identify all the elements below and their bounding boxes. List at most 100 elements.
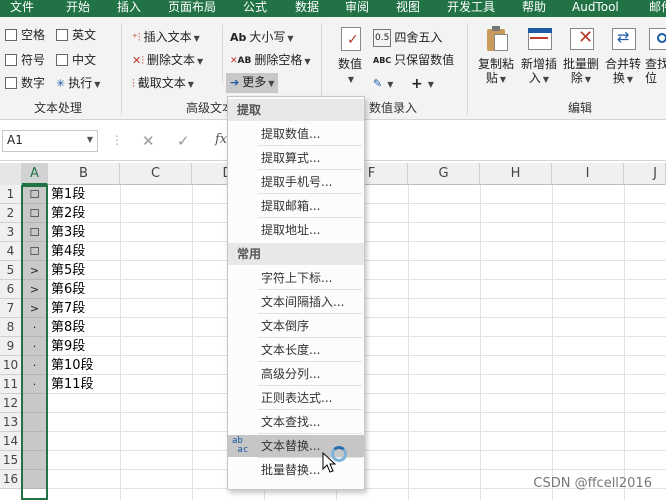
cell-b[interactable] xyxy=(48,470,51,489)
keep-value-button[interactable]: ABC 只保留数值 xyxy=(373,52,454,69)
column-header-g[interactable]: G xyxy=(408,163,480,185)
row-header[interactable]: 12 xyxy=(0,394,22,413)
checkbox-symbol[interactable]: 符号 xyxy=(5,52,45,68)
menu-item[interactable]: 正则表达式... xyxy=(228,387,364,409)
menu-item[interactable]: 批量替换... xyxy=(228,459,364,481)
cell-b[interactable] xyxy=(48,451,51,470)
row-header[interactable]: 16 xyxy=(0,470,22,489)
tab-page-layout[interactable]: 页面布局 xyxy=(168,0,216,17)
column-header-h[interactable]: H xyxy=(480,163,552,185)
column-header-j[interactable]: J xyxy=(624,163,666,185)
checkbox-space[interactable]: 空格 xyxy=(5,27,45,43)
menu-item[interactable]: 字符上下标... xyxy=(228,267,364,289)
cell-a[interactable] xyxy=(22,413,47,432)
cell-a[interactable]: > xyxy=(22,299,47,318)
tab-review[interactable]: 审阅 xyxy=(345,0,369,17)
row-header[interactable]: 15 xyxy=(0,451,22,470)
cell-b[interactable]: 第10段 xyxy=(48,356,94,375)
row-header[interactable]: 13 xyxy=(0,413,22,432)
insert-function-button[interactable]: fx xyxy=(215,132,227,147)
cell-a[interactable]: > xyxy=(22,261,47,280)
column-header-i[interactable]: I xyxy=(552,163,624,185)
cell-b[interactable]: 第6段 xyxy=(48,280,85,299)
cell-a[interactable]: > xyxy=(22,280,47,299)
menu-item[interactable]: 文本长度... xyxy=(228,339,364,361)
cell-b[interactable] xyxy=(48,394,51,413)
case-button[interactable]: Ab 大小写 ▼ xyxy=(230,29,294,47)
cell-a[interactable] xyxy=(22,451,47,470)
menu-item[interactable]: 提取地址... xyxy=(228,219,364,241)
cell-a[interactable] xyxy=(22,432,47,451)
find-locate-button[interactable]: 查找位 xyxy=(645,25,666,85)
cell-a[interactable]: ☐ xyxy=(22,204,47,223)
menu-item[interactable]: 文本倒序 xyxy=(228,315,364,337)
cell-b[interactable]: 第4段 xyxy=(48,242,85,261)
row-header[interactable]: 9 xyxy=(0,337,22,356)
cell-a[interactable]: ☐ xyxy=(22,185,47,204)
batch-delete-button[interactable]: ✕ 批量删除 ▼ xyxy=(560,25,602,87)
cell-a[interactable]: ☐ xyxy=(22,242,47,261)
row-header[interactable]: 10 xyxy=(0,356,22,375)
menu-item[interactable]: 高级分列... xyxy=(228,363,364,385)
tab-developer[interactable]: 开发工具 xyxy=(447,0,495,17)
tab-audtool[interactable]: AudTool xyxy=(572,0,619,17)
edit-format-button[interactable]: ✎ ▼ xyxy=(373,75,393,93)
round-button[interactable]: 0.5 四舍五入 xyxy=(373,29,442,47)
cell-a[interactable] xyxy=(22,394,47,413)
cell-a[interactable]: ☐ xyxy=(22,223,47,242)
cell-b[interactable] xyxy=(48,413,51,432)
cell-a[interactable] xyxy=(22,470,47,489)
cell-b[interactable]: 第8段 xyxy=(48,318,85,337)
insert-text-button[interactable]: ⁺⫶ 插入文本 ▼ xyxy=(132,29,200,47)
tab-home[interactable]: 开始 xyxy=(66,0,90,17)
row-header[interactable]: 14 xyxy=(0,432,22,451)
extract-text-button[interactable]: ⫶ 截取文本 ▼ xyxy=(132,75,194,93)
name-box[interactable]: A1 ▼ xyxy=(2,130,98,152)
cell-a[interactable]: · xyxy=(22,356,47,375)
menu-item[interactable]: 文本查找... xyxy=(228,411,364,433)
more-button[interactable]: ➔ 更多 ▼ xyxy=(226,73,279,93)
menu-item[interactable]: 文本间隔插入... xyxy=(228,291,364,313)
column-header-c[interactable]: C xyxy=(120,163,192,185)
tab-formulas[interactable]: 公式 xyxy=(243,0,267,17)
menu-item[interactable]: 提取算式... xyxy=(228,147,364,169)
tab-data[interactable]: 数据 xyxy=(295,0,319,17)
cell-b[interactable]: 第1段 xyxy=(48,185,85,204)
select-all-button[interactable] xyxy=(0,163,22,185)
cell-b[interactable]: 第7段 xyxy=(48,299,85,318)
menu-item[interactable]: 提取手机号... xyxy=(228,171,364,193)
tab-view[interactable]: 视图 xyxy=(396,0,420,17)
row-header[interactable]: 1 xyxy=(0,185,22,204)
delete-space-button[interactable]: ✕AB 删除空格 ▼ xyxy=(230,52,311,70)
add-button[interactable]: + ▼ xyxy=(411,75,434,93)
row-header[interactable]: 11 xyxy=(0,375,22,394)
delete-text-button[interactable]: ✕⫶ 删除文本 ▼ xyxy=(132,52,203,70)
execute-button[interactable]: ✳ 执行 ▼ xyxy=(56,75,100,93)
cell-b[interactable]: 第11段 xyxy=(48,375,94,394)
row-header[interactable]: 6 xyxy=(0,280,22,299)
cell-b[interactable] xyxy=(48,432,51,451)
cell-b[interactable]: 第2段 xyxy=(48,204,85,223)
confirm-icon[interactable]: ✓ xyxy=(177,132,190,150)
cell-b[interactable]: 第5段 xyxy=(48,261,85,280)
add-insert-button[interactable]: 新增插入 ▼ xyxy=(518,25,560,87)
checkbox-number[interactable]: 数字 xyxy=(5,75,45,91)
cell-a[interactable]: · xyxy=(22,375,47,394)
row-header[interactable]: 3 xyxy=(0,223,22,242)
checkbox-chinese[interactable]: 中文 xyxy=(56,52,96,68)
cell-a[interactable]: · xyxy=(22,337,47,356)
row-header[interactable]: 4 xyxy=(0,242,22,261)
row-header[interactable]: 2 xyxy=(0,204,22,223)
row-header[interactable]: 5 xyxy=(0,261,22,280)
cell-a[interactable]: · xyxy=(22,318,47,337)
merge-convert-button[interactable]: ⇄ 合并转换 ▼ xyxy=(602,25,644,87)
tab-insert[interactable]: 插入 xyxy=(117,0,141,17)
column-header-b[interactable]: B xyxy=(48,163,120,185)
number-button[interactable]: ✓ 数值 ▼ xyxy=(330,25,370,87)
row-header[interactable]: 7 xyxy=(0,299,22,318)
menu-item[interactable]: 提取邮箱... xyxy=(228,195,364,217)
cell-b[interactable]: 第3段 xyxy=(48,223,85,242)
row-header[interactable]: 8 xyxy=(0,318,22,337)
tab-mail[interactable]: 邮件 xyxy=(649,0,666,17)
menu-item[interactable]: 提取数值... xyxy=(228,123,364,145)
